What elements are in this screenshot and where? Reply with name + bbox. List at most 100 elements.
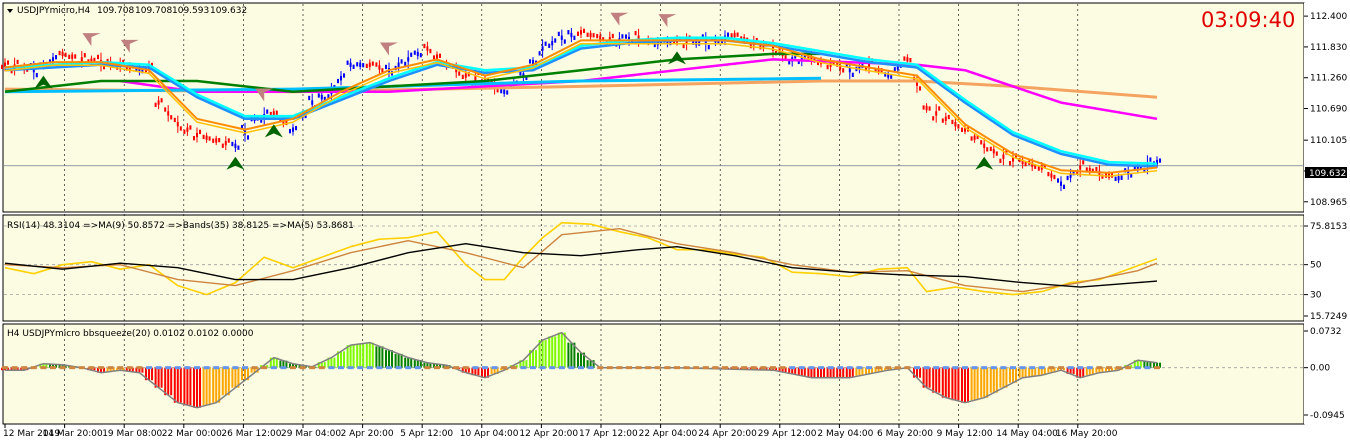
squeeze-bar [368, 342, 371, 368]
squeeze-dot [376, 366, 383, 370]
candle-body [951, 119, 954, 125]
candle-body [682, 43, 685, 49]
squeeze-bar [371, 342, 374, 368]
squeeze-dot [933, 366, 940, 370]
squeeze-bar [179, 367, 182, 403]
candle-body [848, 68, 851, 73]
squeeze-bar [484, 367, 486, 378]
squeeze-bar [938, 367, 941, 393]
squeeze-bar [231, 367, 234, 388]
squeeze-bar [388, 350, 390, 368]
squeeze-bar [359, 343, 362, 368]
squeeze-bar [151, 367, 153, 381]
candle-body [52, 57, 54, 62]
squeeze-bar [983, 367, 986, 398]
candle-body [97, 54, 99, 60]
candle-body [199, 129, 201, 135]
squeeze-bar [989, 367, 992, 393]
squeeze-dot [942, 366, 949, 370]
squeeze-dot [606, 366, 613, 370]
squeeze-dot [424, 366, 431, 370]
candle-body [413, 50, 416, 55]
squeeze-bar [557, 332, 560, 368]
candle-body [1079, 165, 1082, 170]
candle-body [1024, 161, 1027, 167]
candle-body [35, 72, 38, 78]
squeeze-bar [964, 367, 966, 403]
candle-body [359, 62, 362, 67]
candle-body [400, 59, 403, 64]
candle-body [308, 95, 311, 101]
candle-body [436, 54, 438, 59]
squeeze-bar [832, 367, 835, 378]
squeeze-bar [378, 346, 381, 368]
squeeze-dot [194, 366, 200, 370]
x-tick-label: 16 May 20:00 [1056, 429, 1118, 439]
squeeze-bar [205, 367, 208, 406]
x-tick-label: 22 Apr 04:00 [639, 429, 698, 439]
squeeze-dot [885, 366, 892, 370]
squeeze-dot [232, 366, 239, 370]
candle-body [596, 33, 599, 39]
candle-body [371, 61, 374, 66]
price-panel[interactable] [2, 2, 1305, 213]
squeeze-dot [616, 366, 623, 370]
squeeze-dot [1067, 366, 1074, 370]
squeeze-dot [808, 366, 815, 370]
squeeze-bar [1018, 367, 1021, 378]
squeeze-dot [741, 366, 748, 370]
candle-body [503, 89, 506, 94]
candle-body [1117, 176, 1120, 181]
candle-body [538, 51, 541, 56]
squeeze-bar [362, 343, 365, 368]
squeeze-bar [356, 343, 359, 368]
candle-body [919, 86, 921, 91]
squeeze-dot [875, 366, 882, 370]
squeeze-bar [973, 367, 976, 401]
chart-window: 112.400 111.830 111.260 110.690 110.105 109.5… [0, 0, 1350, 443]
candle-body [295, 125, 297, 131]
squeeze-bar [992, 367, 995, 393]
squeeze-bar [951, 367, 954, 401]
candle-body [183, 129, 186, 134]
squeeze-bar [986, 367, 989, 398]
squeeze-bar [845, 367, 848, 378]
squeeze-bar [551, 336, 554, 368]
squeeze-bar [925, 367, 928, 388]
squeeze-dot [1000, 366, 1007, 370]
candle-body [992, 149, 995, 154]
squeeze-dot [318, 366, 325, 370]
candle-body [189, 125, 192, 130]
candle-body [1057, 178, 1059, 183]
squeeze-bar [349, 345, 352, 368]
ohlc-open: 109.708 [97, 6, 134, 16]
candle-body [266, 109, 269, 114]
squeeze-dot [366, 366, 373, 370]
candle-body [423, 43, 426, 49]
squeeze-panel[interactable] [2, 323, 1305, 425]
candle-body [592, 33, 595, 38]
candle-body [234, 143, 237, 148]
candle-body [989, 146, 992, 152]
squeeze-dot [1086, 366, 1093, 370]
squeeze-bar [352, 345, 355, 368]
candle-body [289, 129, 291, 134]
candle-body [231, 141, 234, 147]
candle-body [580, 30, 582, 35]
squeeze-bar [919, 367, 921, 378]
candle-body [464, 73, 467, 78]
x-tick-label: 22 Mar 00:00 [162, 429, 222, 439]
squeeze-bar [157, 367, 160, 388]
candle-body [416, 51, 419, 57]
squeeze-dot [155, 366, 162, 370]
squeeze-bar [397, 353, 400, 368]
squeeze-dot [770, 366, 776, 370]
squeeze-bar [970, 367, 973, 401]
candle-body [961, 127, 963, 132]
candle-body [983, 143, 986, 148]
candle-body [407, 57, 410, 62]
rsi-tick-label: 75.8153 [1310, 222, 1347, 232]
candle-body [1053, 174, 1056, 180]
y-tick-label: 111.830 [1310, 43, 1347, 53]
squeeze-bar [826, 367, 829, 378]
